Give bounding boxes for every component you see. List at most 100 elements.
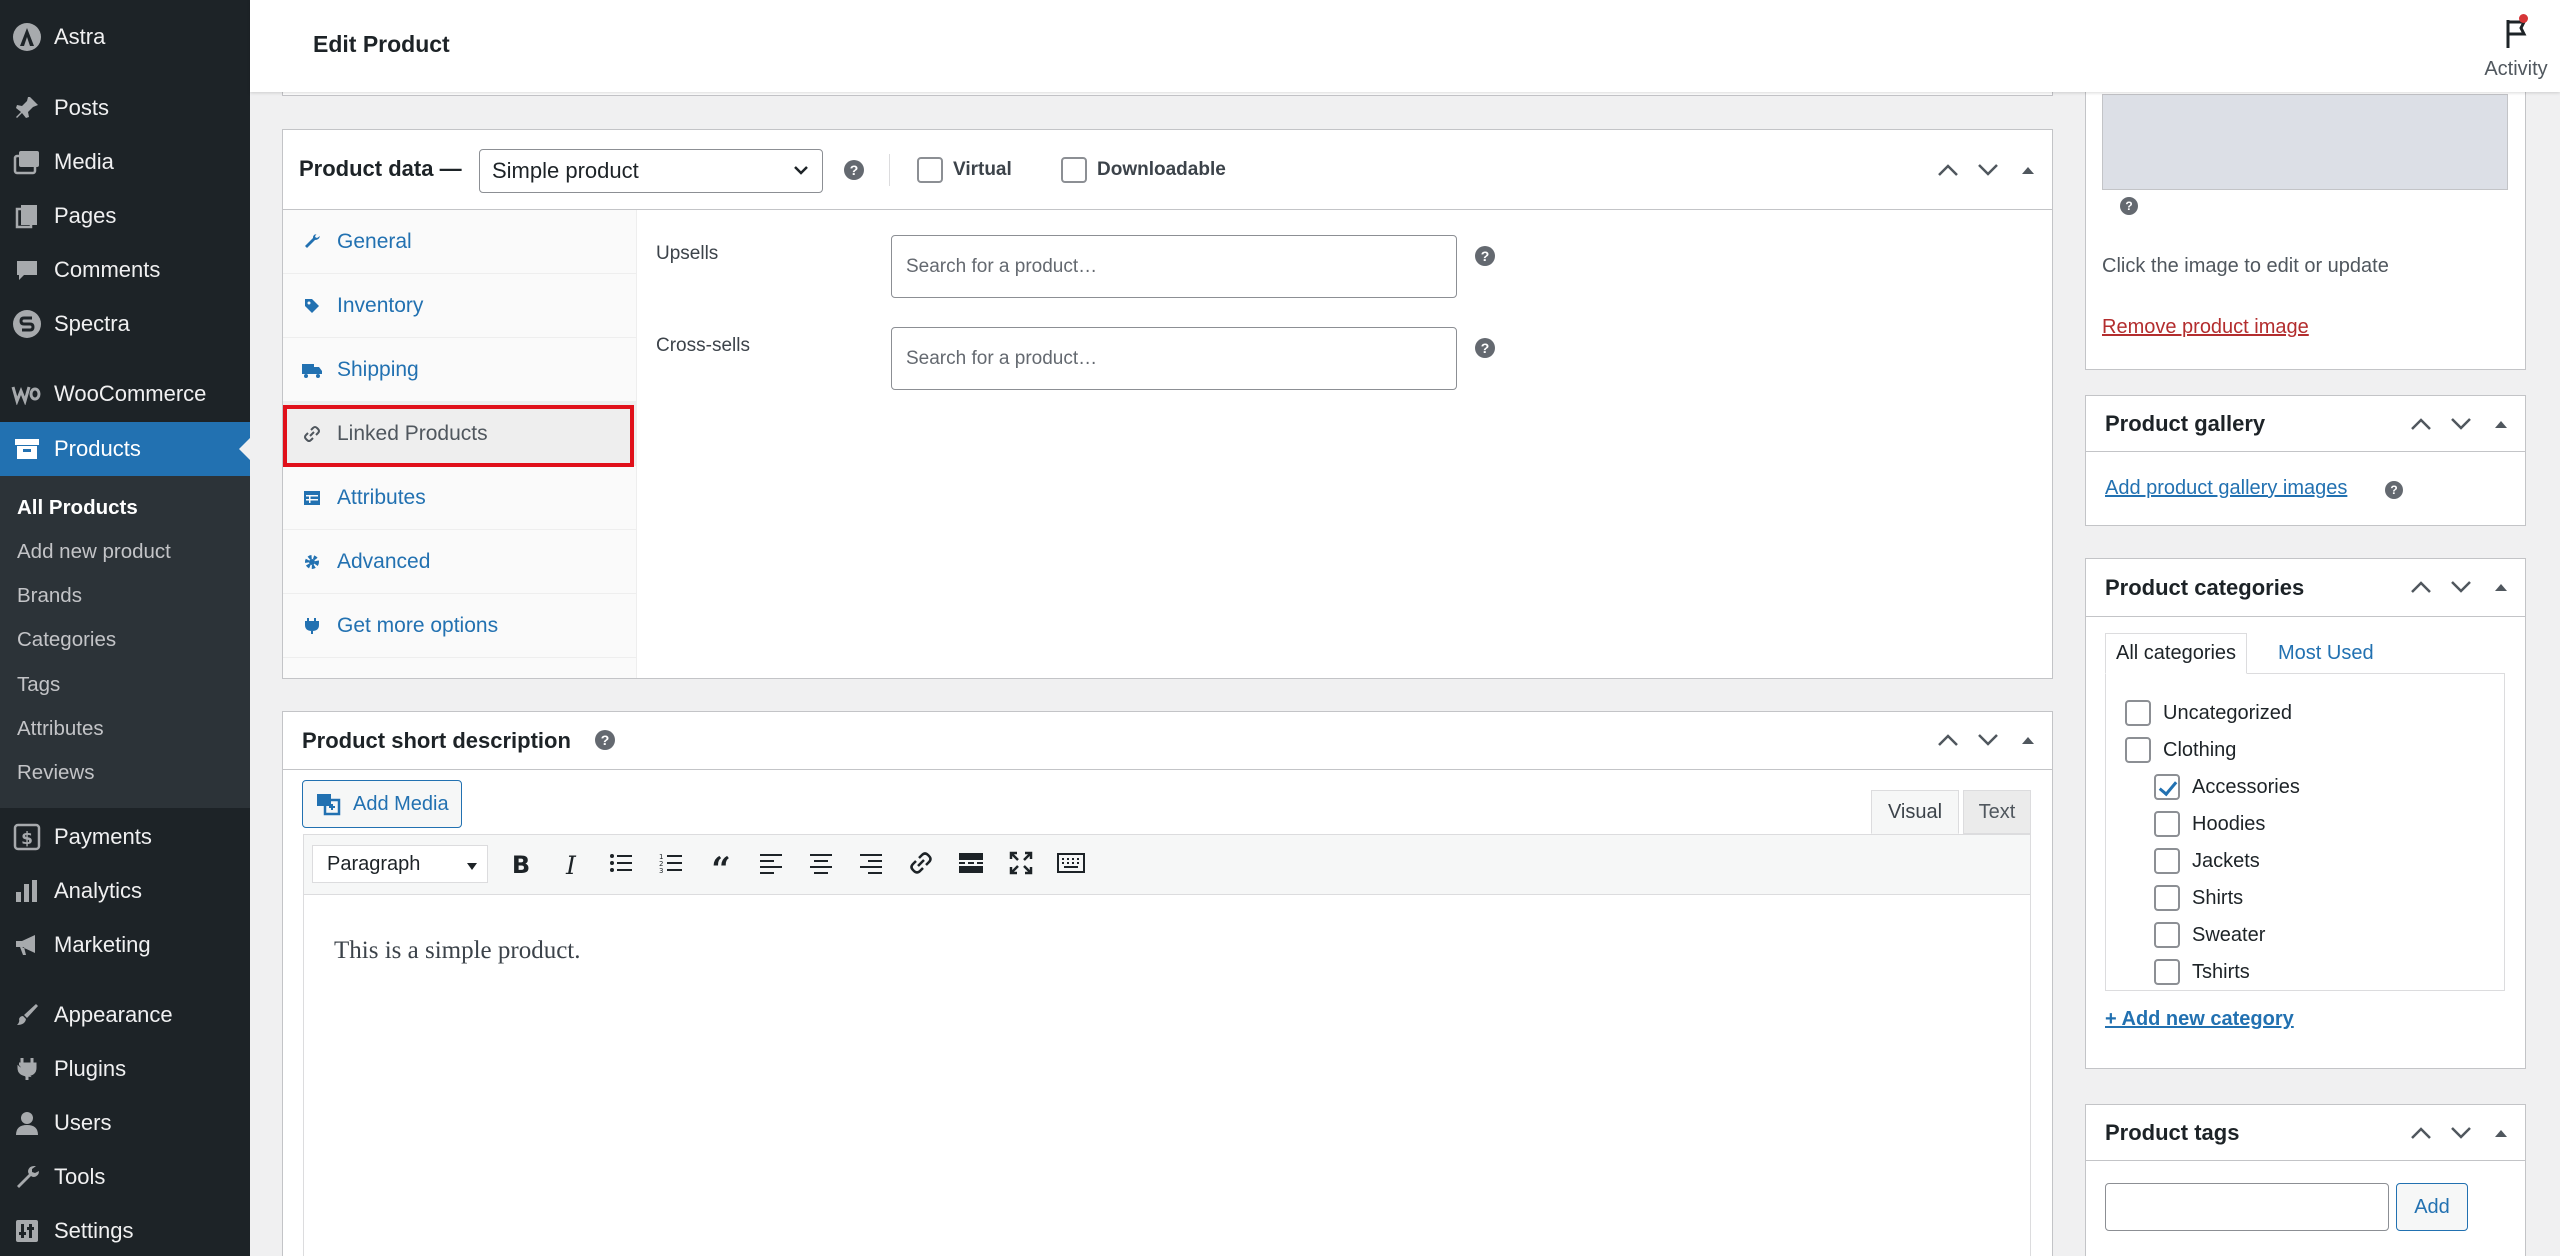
move-up-icon[interactable] [2407, 1119, 2435, 1147]
collapse-toggle-icon[interactable] [2487, 573, 2515, 601]
product-type-select[interactable]: Simple product [479, 149, 823, 193]
fullscreen-button[interactable] [998, 842, 1044, 888]
italic-button[interactable]: I [548, 842, 594, 888]
tab-advanced[interactable]: Advanced [283, 530, 637, 594]
category-jackets[interactable]: Jackets [2154, 848, 2260, 874]
tab-visual[interactable]: Visual [1871, 790, 1959, 834]
upsells-search-input[interactable]: Search for a product… [891, 235, 1457, 298]
format-select[interactable]: Paragraph [312, 845, 488, 883]
site-name: Astra [54, 24, 106, 49]
add-tag-button[interactable]: Add [2396, 1183, 2468, 1231]
bullet-list-icon [609, 852, 633, 879]
remove-product-image-link[interactable]: Remove product image [2102, 316, 2309, 339]
blockquote-button[interactable]: “ [698, 842, 744, 888]
move-down-icon[interactable] [2447, 573, 2475, 601]
sidebar-item-spectra[interactable]: Spectra [0, 297, 250, 351]
category-checkbox[interactable] [2154, 959, 2180, 985]
product-data-header: Product data — Simple product ? Virtual … [283, 130, 2052, 210]
insert-link-button[interactable] [898, 842, 944, 888]
category-accessories[interactable]: Accessories [2154, 774, 2300, 800]
bullet-list-button[interactable] [598, 842, 644, 888]
category-checkbox[interactable] [2154, 811, 2180, 837]
submenu-brands[interactable]: Brands [17, 584, 82, 608]
move-up-icon[interactable] [1934, 726, 1962, 754]
sidebar-item-label: Pages [54, 203, 117, 228]
tab-inventory[interactable]: Inventory [283, 274, 637, 338]
align-right-button[interactable] [848, 842, 894, 888]
tab-shipping[interactable]: Shipping [283, 338, 637, 402]
sidebar-item-users[interactable]: Users [0, 1096, 250, 1150]
sidebar-item-comments[interactable]: Comments [0, 243, 250, 297]
product-image-thumbnail[interactable] [2102, 94, 2508, 190]
move-down-icon[interactable] [1974, 156, 2002, 184]
read-more-button[interactable] [948, 842, 994, 888]
activity-button[interactable]: Activity [2476, 14, 2556, 81]
site-name-link[interactable]: Astra [0, 10, 250, 64]
category-tshirts[interactable]: Tshirts [2154, 959, 2250, 985]
category-checkbox[interactable] [2154, 885, 2180, 911]
sidebar-item-woocommerce[interactable]: WooCommerce [0, 367, 250, 421]
submenu-tags[interactable]: Tags [17, 673, 60, 697]
downloadable-checkbox[interactable] [1061, 157, 1087, 183]
add-gallery-images-link[interactable]: Add product gallery images [2105, 477, 2347, 500]
category-uncategorized[interactable]: Uncategorized [2125, 700, 2292, 726]
category-checkbox[interactable] [2154, 922, 2180, 948]
sidebar-item-plugins[interactable]: Plugins [0, 1042, 250, 1096]
add-new-category-link[interactable]: + Add new category [2105, 1008, 2294, 1031]
virtual-checkbox[interactable] [917, 157, 943, 183]
category-shirts[interactable]: Shirts [2154, 885, 2243, 911]
collapse-toggle-icon[interactable] [2487, 410, 2515, 438]
tab-text[interactable]: Text [1963, 790, 2031, 834]
tab-attributes[interactable]: Attributes [283, 466, 637, 530]
sidebar-item-products[interactable]: Products [0, 422, 250, 476]
sidebar-item-marketing[interactable]: Marketing [0, 918, 250, 972]
move-down-icon[interactable] [2447, 1119, 2475, 1147]
sidebar-item-media[interactable]: Media [0, 135, 250, 189]
numbered-list-button[interactable]: 123 [648, 842, 694, 888]
category-checkbox[interactable] [2125, 700, 2151, 726]
tag-input[interactable] [2105, 1183, 2389, 1231]
category-hoodies[interactable]: Hoodies [2154, 811, 2265, 837]
category-checkbox[interactable] [2154, 774, 2180, 800]
sidebar-item-label: Payments [54, 824, 152, 849]
move-up-icon[interactable] [1934, 156, 1962, 184]
collapse-toggle-icon[interactable] [2014, 156, 2042, 184]
submenu-add-new-product[interactable]: Add new product [17, 540, 171, 564]
align-left-button[interactable] [748, 842, 794, 888]
category-label: Uncategorized [2163, 701, 2292, 724]
category-sweater[interactable]: Sweater [2154, 922, 2265, 948]
sidebar-item-pages[interactable]: Pages [0, 189, 250, 243]
sidebar-item-posts[interactable]: Posts [0, 81, 250, 135]
align-center-button[interactable] [798, 842, 844, 888]
category-checkbox[interactable] [2154, 848, 2180, 874]
sidebar-item-appearance[interactable]: Appearance [0, 988, 250, 1042]
category-checkbox[interactable] [2125, 737, 2151, 763]
editor-content[interactable]: This is a simple product. [304, 895, 2030, 1256]
collapse-toggle-icon[interactable] [2014, 726, 2042, 754]
submenu-attributes[interactable]: Attributes [17, 717, 104, 741]
help-icon: ? [844, 160, 864, 180]
sidebar-item-analytics[interactable]: Analytics [0, 864, 250, 918]
tab-most-used[interactable]: Most Used [2268, 633, 2384, 674]
toolbar-toggle-button[interactable] [1048, 842, 1094, 888]
submenu-all-products[interactable]: All Products [17, 496, 138, 520]
add-media-button[interactable]: Add Media [302, 780, 462, 828]
sidebar-item-tools[interactable]: Tools [0, 1150, 250, 1204]
tab-get-more-options[interactable]: Get more options [283, 594, 637, 658]
move-down-icon[interactable] [1974, 726, 2002, 754]
move-up-icon[interactable] [2407, 410, 2435, 438]
category-clothing[interactable]: Clothing [2125, 737, 2236, 763]
product-categories-title: Product categories [2105, 575, 2305, 600]
sidebar-item-payments[interactable]: $ Payments [0, 810, 250, 864]
submenu-reviews[interactable]: Reviews [17, 761, 94, 785]
submenu-categories[interactable]: Categories [17, 628, 116, 652]
move-down-icon[interactable] [2447, 410, 2475, 438]
crosssells-search-input[interactable]: Search for a product… [891, 327, 1457, 390]
gear-icon [301, 553, 323, 571]
collapse-toggle-icon[interactable] [2487, 1119, 2515, 1147]
sidebar-item-settings[interactable]: Settings [0, 1204, 250, 1256]
tab-all-categories[interactable]: All categories [2105, 633, 2248, 674]
bold-button[interactable]: B [498, 842, 544, 888]
move-up-icon[interactable] [2407, 573, 2435, 601]
tab-general[interactable]: General [283, 210, 637, 274]
